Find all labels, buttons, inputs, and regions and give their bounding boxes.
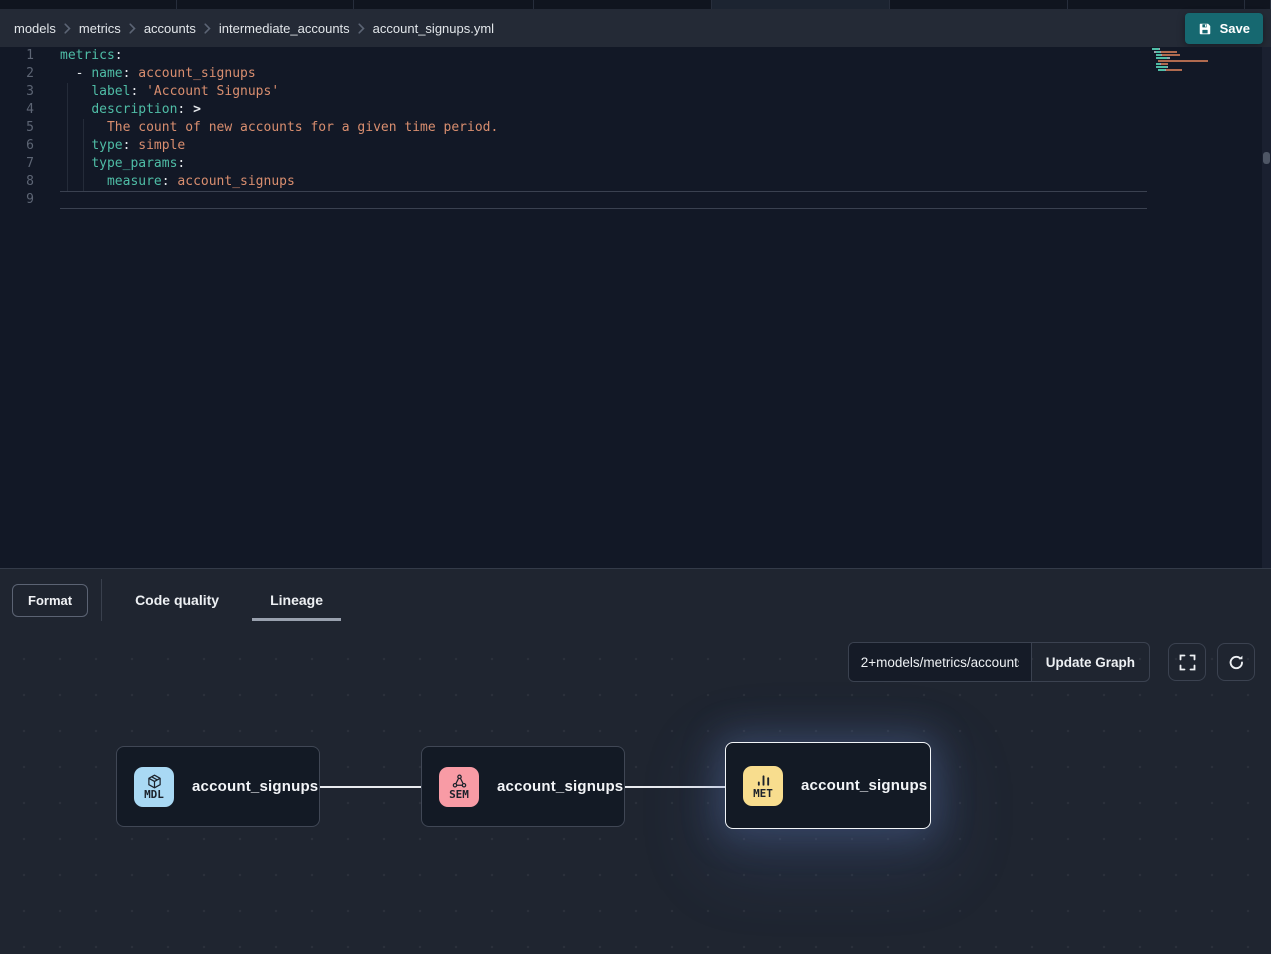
chevron-right-icon bbox=[64, 23, 71, 34]
code-line[interactable]: 7 type_params: bbox=[0, 155, 1271, 173]
indent-guide bbox=[83, 119, 84, 191]
node-name: account_signups bbox=[497, 778, 623, 795]
breadcrumb: models metrics accounts intermediate_accoun… bbox=[0, 9, 1271, 47]
line-number: 9 bbox=[0, 191, 34, 209]
fullscreen-icon bbox=[1179, 654, 1196, 671]
panel-tab-bar: Format Code qualityLineage bbox=[0, 569, 1271, 631]
line-number: 7 bbox=[0, 155, 34, 173]
editor-scrollbar[interactable] bbox=[1262, 47, 1271, 568]
line-number: 3 bbox=[0, 83, 34, 101]
line-number: 2 bbox=[0, 65, 34, 83]
lineage-node-mdl[interactable]: MDL account_signups bbox=[116, 746, 320, 827]
line-number: 8 bbox=[0, 173, 34, 191]
code-editor[interactable]: 1metrics:2 - name: account_signups3 labe… bbox=[0, 47, 1271, 568]
window-tab[interactable] bbox=[0, 0, 177, 9]
code-text: type: simple bbox=[60, 137, 185, 155]
window-tab[interactable] bbox=[534, 0, 712, 9]
save-icon bbox=[1198, 22, 1212, 36]
breadcrumb-item[interactable]: account_signups.yml bbox=[373, 21, 494, 36]
code-text: - name: account_signups bbox=[60, 65, 256, 83]
chevron-right-icon bbox=[358, 23, 365, 34]
node-badge-sem: SEM bbox=[439, 767, 479, 807]
share-network-icon bbox=[452, 774, 467, 789]
indent-guide bbox=[67, 83, 68, 191]
code-text: label: 'Account Signups' bbox=[60, 83, 279, 101]
scrollbar-thumb[interactable] bbox=[1263, 152, 1270, 164]
badge-label: MET bbox=[753, 788, 773, 800]
refresh-icon bbox=[1228, 654, 1245, 671]
lineage-controls: Update Graph bbox=[848, 642, 1255, 682]
bar-chart-icon bbox=[756, 773, 771, 788]
code-text: description: > bbox=[60, 101, 201, 119]
node-name: account_signups bbox=[192, 778, 318, 795]
refresh-button[interactable] bbox=[1217, 643, 1255, 681]
ide-window: models metrics accounts intermediate_accoun… bbox=[0, 0, 1271, 954]
breadcrumb-item[interactable]: accounts bbox=[144, 21, 196, 36]
window-tab-strip bbox=[0, 0, 1271, 9]
lineage-node-sem[interactable]: SEM account_signups bbox=[421, 746, 625, 827]
lineage-selector-input[interactable] bbox=[849, 643, 1031, 681]
active-line-highlight bbox=[60, 191, 1147, 209]
format-button[interactable]: Format bbox=[12, 584, 88, 617]
line-number: 6 bbox=[0, 137, 34, 155]
update-graph-button[interactable]: Update Graph bbox=[1031, 643, 1149, 681]
lineage-node-met[interactable]: MET account_signups bbox=[725, 742, 931, 829]
node-name: account_signups bbox=[801, 777, 927, 794]
window-tab[interactable] bbox=[890, 0, 1068, 9]
code-line[interactable]: 2 - name: account_signups bbox=[0, 65, 1271, 83]
window-tab[interactable] bbox=[712, 0, 890, 9]
tab-code-quality[interactable]: Code quality bbox=[117, 569, 237, 631]
code-line[interactable]: 4 description: > bbox=[0, 101, 1271, 119]
save-button-label: Save bbox=[1220, 21, 1250, 36]
code-line[interactable]: 1 metrics: bbox=[0, 47, 1271, 65]
lineage-edge bbox=[625, 786, 726, 788]
line-number: 5 bbox=[0, 119, 34, 137]
window-tab[interactable] bbox=[1245, 0, 1271, 9]
code-line[interactable]: 6 type: simple bbox=[0, 137, 1271, 155]
window-tab[interactable] bbox=[177, 0, 354, 9]
badge-label: SEM bbox=[449, 789, 469, 801]
code-line[interactable]: 3 label: 'Account Signups' bbox=[0, 83, 1271, 101]
breadcrumb-item[interactable]: metrics bbox=[79, 21, 121, 36]
line-number: 4 bbox=[0, 101, 34, 119]
code-text: type_params: bbox=[60, 155, 185, 173]
badge-label: MDL bbox=[144, 789, 164, 801]
lineage-edge bbox=[320, 786, 421, 788]
minimap[interactable] bbox=[1147, 47, 1257, 75]
breadcrumb-item[interactable]: models bbox=[14, 21, 56, 36]
line-number: 1 bbox=[0, 47, 34, 65]
code-text: measure: account_signups bbox=[60, 173, 295, 191]
code-line[interactable]: 8 measure: account_signups bbox=[0, 173, 1271, 191]
selector-group: Update Graph bbox=[848, 642, 1150, 682]
breadcrumb-item[interactable]: intermediate_accounts bbox=[219, 21, 350, 36]
node-badge-met: MET bbox=[743, 766, 783, 806]
code-text: metrics: bbox=[60, 47, 123, 65]
window-tab[interactable] bbox=[354, 0, 534, 9]
bottom-panel: MDL account_signups SEM account_signups MET a… bbox=[0, 568, 1271, 954]
tab-lineage[interactable]: Lineage bbox=[252, 569, 341, 631]
fullscreen-button[interactable] bbox=[1168, 643, 1206, 681]
chevron-right-icon bbox=[129, 23, 136, 34]
node-badge-mdl: MDL bbox=[134, 767, 174, 807]
code-text: The count of new accounts for a given ti… bbox=[60, 119, 498, 137]
window-tab[interactable] bbox=[1068, 0, 1245, 9]
code-line[interactable]: 9 bbox=[0, 191, 1271, 209]
code-line[interactable]: 5 The count of new accounts for a given … bbox=[0, 119, 1271, 137]
cube-icon bbox=[147, 774, 162, 789]
save-button[interactable]: Save bbox=[1185, 13, 1263, 44]
chevron-right-icon bbox=[204, 23, 211, 34]
